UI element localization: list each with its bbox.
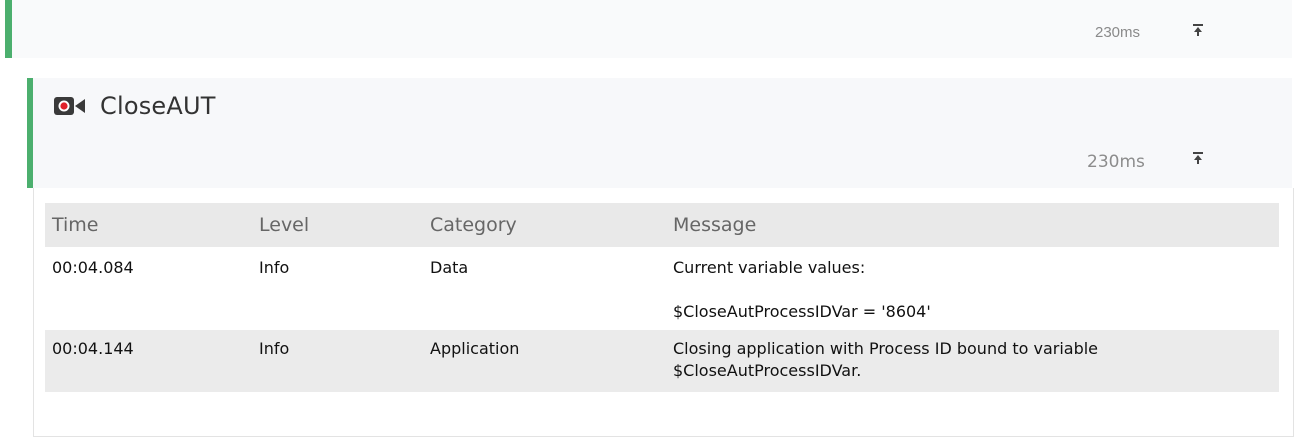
- parent-step-header: 230ms: [0, 0, 1295, 60]
- column-header-category: Category: [423, 203, 666, 247]
- log-time: 00:04.144: [45, 330, 252, 392]
- log-message-line: $CloseAutProcessIDVar.: [673, 361, 862, 380]
- log-table-header: Time Level Category Message: [45, 203, 1279, 247]
- step-title: CloseAUT: [100, 92, 216, 120]
- log-row: 00:04.084 Info Data Current variable val…: [45, 247, 1279, 330]
- column-header-level: Level: [252, 203, 423, 247]
- log-level: Info: [259, 258, 290, 277]
- log-table: Time Level Category Message 00:04.084 In…: [45, 203, 1279, 392]
- log-message: Current variable values: $CloseAutProces…: [666, 247, 1279, 330]
- log-level: Info: [252, 330, 423, 392]
- column-header-time: Time: [45, 203, 252, 247]
- parent-step-duration: 230ms: [1095, 24, 1141, 41]
- parent-collapse-up-icon[interactable]: [1190, 22, 1206, 38]
- step-log-panel: Time Level Category Message 00:04.084 In…: [33, 188, 1294, 437]
- step-collapse-up-icon[interactable]: [1190, 150, 1206, 166]
- log-row: 00:04.144 Info Application Closing appli…: [45, 330, 1279, 392]
- record-video-icon: [54, 97, 85, 115]
- parent-step-status-accent: [5, 0, 12, 58]
- log-message-line: Closing application with Process ID boun…: [673, 339, 1099, 358]
- log-category: Data: [430, 258, 469, 277]
- log-message-line: Current variable values:: [673, 258, 866, 277]
- step-status-accent: [27, 78, 33, 188]
- log-message-line: $CloseAutProcessIDVar = '8604': [673, 302, 931, 321]
- column-header-message: Message: [666, 203, 1279, 247]
- log-category: Application: [423, 330, 666, 392]
- log-time: 00:04.084: [52, 258, 134, 277]
- log-message: Closing application with Process ID boun…: [666, 330, 1279, 392]
- step-duration: 230ms: [1087, 152, 1145, 172]
